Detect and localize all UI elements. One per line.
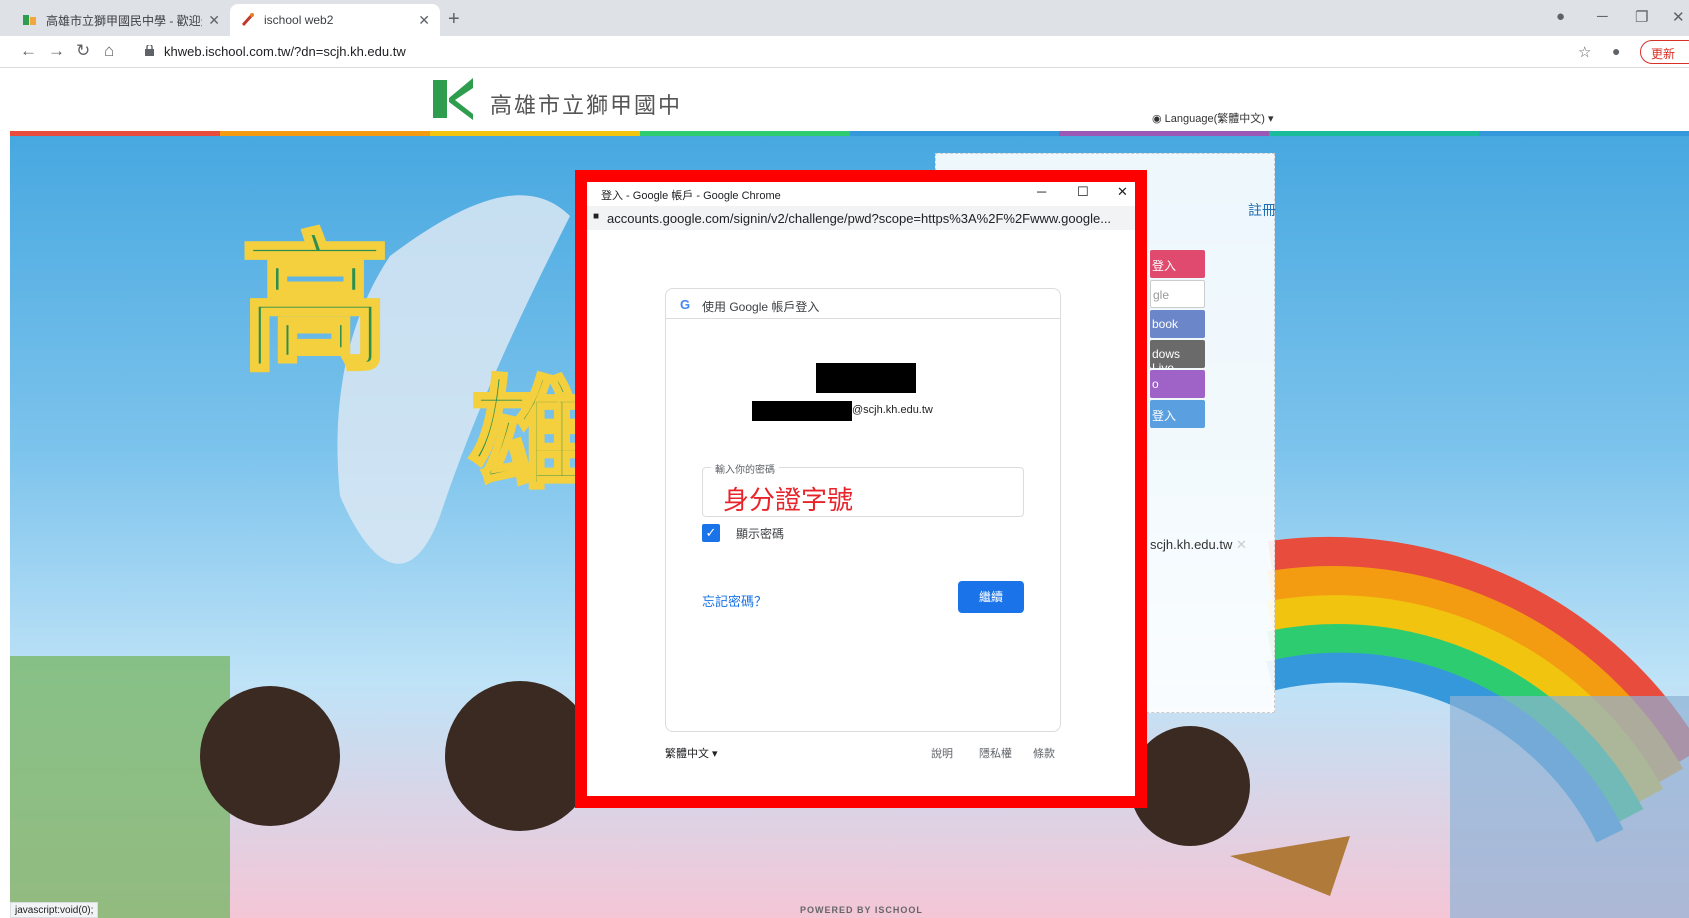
site-title: 高雄市立獅甲國中 xyxy=(490,93,683,118)
facebook-login-label: book xyxy=(1152,317,1179,331)
chevron-down-icon: ▾ xyxy=(1264,113,1274,125)
close-icon[interactable]: ✕ xyxy=(1117,184,1128,200)
forward-icon[interactable]: → xyxy=(48,41,65,61)
tab-strip: 高雄市立獅甲國民中學 - 歡迎光臨 ✕ ischool web2 ✕ + ● ─… xyxy=(0,0,1689,36)
yahoo-login-button[interactable]: o xyxy=(1150,370,1205,398)
google-login-label: gle xyxy=(1153,288,1170,302)
school-logo-icon xyxy=(433,78,473,120)
new-tab-button[interactable]: + xyxy=(448,8,460,31)
login-label: 登入 xyxy=(1152,259,1177,273)
close-icon[interactable]: ✕ xyxy=(208,12,220,29)
update-label: 更新 xyxy=(1651,47,1676,61)
register-link[interactable]: 註冊 xyxy=(1248,200,1276,220)
google-login-button[interactable]: gle xyxy=(1150,280,1205,308)
help-link[interactable]: 說明 xyxy=(931,745,953,761)
windows-live-login-button[interactable]: dows Live xyxy=(1150,340,1205,375)
restore-icon[interactable]: ❐ xyxy=(1635,8,1648,26)
site-favicon-icon xyxy=(22,12,38,28)
language-dropdown[interactable]: 繁體中文 ▾ xyxy=(665,745,718,761)
close-icon[interactable]: ✕ xyxy=(418,12,430,29)
account-icon[interactable]: ● xyxy=(1612,43,1620,59)
signin-card: G 使用 Google 帳戶登入 @scjh.kh.edu.tw 輸入你的密碼 … xyxy=(665,288,1061,732)
redacted-name xyxy=(816,363,916,393)
password-label: 輸入你的密碼 xyxy=(711,461,779,476)
tab-school-site[interactable]: 高雄市立獅甲國民中學 - 歡迎光臨 ✕ xyxy=(12,4,230,36)
home-icon[interactable]: ⌂ xyxy=(104,41,114,61)
clear-icon[interactable]: ✕ xyxy=(1232,537,1247,552)
tab-title: 高雄市立獅甲國民中學 - 歡迎光臨 xyxy=(46,13,202,28)
address-bar[interactable]: khweb.ischool.com.tw/?dn=scjh.kh.edu.tw xyxy=(164,44,406,59)
next-button[interactable]: 繼續 xyxy=(958,581,1024,613)
lock-icon: ■ xyxy=(593,211,600,222)
show-password-checkbox[interactable]: ✓ xyxy=(702,524,720,542)
show-password-label: 顯示密碼 xyxy=(736,527,785,541)
popup-address-bar: ■ accounts.google.com/signin/v2/challeng… xyxy=(587,206,1135,230)
privacy-link[interactable]: 隱私權 xyxy=(979,745,1012,761)
card-header: G 使用 Google 帳戶登入 xyxy=(666,289,1060,319)
popup-url: accounts.google.com/signin/v2/challenge/… xyxy=(607,211,1112,226)
password-value: 身分證字號 xyxy=(723,486,854,516)
facebook-login-button[interactable]: book xyxy=(1150,310,1205,338)
yahoo-login-label: o xyxy=(1152,377,1159,391)
tab-title: ischool web2 xyxy=(264,13,334,27)
login-button[interactable]: 登入 xyxy=(1150,250,1205,278)
popup-window-title: 登入 - Google 帳戶 - Google Chrome xyxy=(601,190,781,202)
forgot-password-link[interactable]: 忘記密碼？ xyxy=(702,591,767,610)
browser-toolbar: ← → ↻ ⌂ khweb.ischool.com.tw/?dn=scjh.kh… xyxy=(0,36,1689,68)
password-field[interactable]: 輸入你的密碼 身分證字號 xyxy=(702,461,1024,517)
ischool-favicon-icon xyxy=(240,12,256,28)
svg-text:雄: 雄 xyxy=(470,366,590,505)
chevron-down-icon: ▾ xyxy=(709,748,718,760)
google-logo-icon: G xyxy=(680,297,691,312)
language-selector[interactable]: ◉ Language(繁體中文) ▾ xyxy=(1152,110,1274,126)
minimize-icon[interactable]: ─ xyxy=(1597,8,1608,25)
back-icon[interactable]: ← xyxy=(20,41,37,61)
maximize-icon[interactable]: ☐ xyxy=(1077,184,1089,200)
minimize-icon[interactable]: ─ xyxy=(1037,184,1046,199)
card-header-text: 使用 Google 帳戶登入 xyxy=(702,300,820,314)
status-bar: javascript:void(0); xyxy=(10,902,99,918)
alt-login-button[interactable]: 登入 xyxy=(1150,400,1205,428)
svg-text:高: 高 xyxy=(240,218,390,392)
powered-by-footer: POWERED BY ISCHOOL xyxy=(800,905,923,915)
globe-icon: ◉ xyxy=(1152,113,1165,125)
email-suffix-text: scjh.kh.edu.tw xyxy=(1150,537,1233,552)
close-window-icon[interactable]: ✕ xyxy=(1672,8,1685,26)
popup-titlebar: 登入 - Google 帳戶 - Google Chrome ─ ☐ ✕ xyxy=(587,182,1135,206)
lock-icon xyxy=(145,45,154,56)
update-button[interactable]: 更新 xyxy=(1640,40,1689,64)
alt-login-label: 登入 xyxy=(1152,409,1177,423)
reload-icon[interactable]: ↻ xyxy=(76,41,90,61)
google-signin-popup: 登入 - Google 帳戶 - Google Chrome ─ ☐ ✕ ■ a… xyxy=(575,170,1147,808)
redacted-email xyxy=(752,401,852,421)
terms-link[interactable]: 條款 xyxy=(1033,745,1055,761)
bookmark-star-icon[interactable]: ☆ xyxy=(1578,43,1591,61)
profile-icon[interactable]: ● xyxy=(1556,8,1565,25)
language-dropdown-label: 繁體中文 xyxy=(665,748,709,760)
email-suffix: scjh.kh.edu.tw ✕ xyxy=(1150,537,1247,553)
tab-ischool[interactable]: ischool web2 ✕ xyxy=(230,4,440,36)
email-domain: @scjh.kh.edu.tw xyxy=(852,404,933,416)
language-label: Language(繁體中文) xyxy=(1164,113,1265,125)
